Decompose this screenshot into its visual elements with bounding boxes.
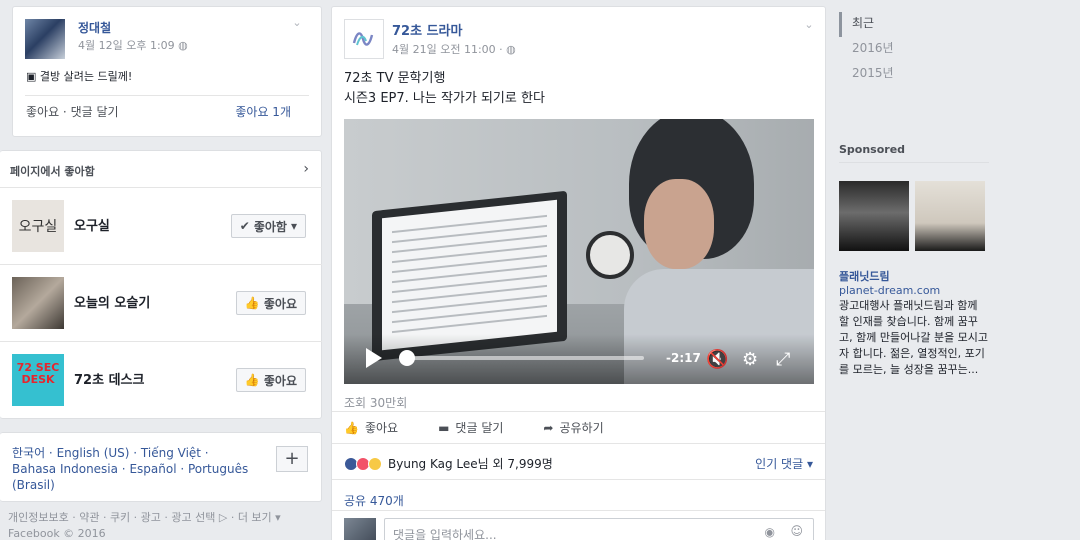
footer: 개인정보보호 · 약관 · 쿠키 · 광고 · 광고 선택 ▷ · 더 보기 ▾… [8, 510, 281, 540]
ad-name[interactable]: 플래닛드림 [839, 268, 989, 284]
fullscreen-icon[interactable]: ⤢ [776, 351, 790, 369]
like-button[interactable]: 👍 좋아요 [235, 368, 306, 392]
divider [332, 510, 825, 511]
share-count[interactable]: 공유 470개 [344, 492, 404, 509]
ad-image[interactable] [915, 181, 985, 251]
liked-button[interactable]: ✔ 좋아함 ▾ [230, 214, 306, 238]
divider [332, 411, 825, 412]
thumbs-up-icon: 👍 [344, 420, 359, 435]
pages-liked-card: 페이지에서 좋아함 › 오구실 오구실 ✔ 좋아함 ▾ 오늘의 오슬기 👍 좋아요 7… [0, 150, 322, 419]
camera-icon[interactable]: ◉ [765, 525, 775, 539]
year-item-recent[interactable]: 최근 [839, 12, 989, 37]
page-icon: ▣ [26, 70, 37, 83]
settings-gear-icon[interactable]: ⚙ [742, 351, 758, 369]
author-avatar[interactable] [25, 19, 65, 59]
post-author[interactable]: 정대철 [78, 19, 111, 36]
year-nav: 최근 2016년 2015년 [839, 12, 989, 87]
page-name[interactable]: 오늘의 오슬기 [74, 292, 150, 311]
share-action[interactable]: ➦ 공유하기 [543, 419, 603, 436]
globe-icon: ◍ [178, 39, 188, 52]
language-card: 한국어 · English (US) · Tiếng Việt · Bahasa… [0, 432, 322, 502]
post-text-line: 72초 TV 문학기행 [344, 71, 446, 86]
thumbs-up-icon: 👍 [244, 296, 260, 310]
video-time: -2:17 [666, 351, 701, 365]
comment-action[interactable]: ▬ 댓글 달기 [438, 419, 503, 436]
video-scrubber-handle[interactable] [399, 350, 415, 366]
caret-down-icon: ▾ [290, 219, 297, 233]
play-icon[interactable] [366, 348, 382, 368]
post-action-bar: 👍 좋아요 ▬ 댓글 달기 ➦ 공유하기 [344, 419, 814, 436]
sponsored-section: Sponsored 플래닛드림 planet-dream.com 광고대행사 플… [839, 143, 989, 378]
haha-reaction-icon [368, 456, 382, 471]
like-count[interactable]: 좋아요 1개 [235, 103, 291, 120]
liked-page-item: 72 SEC DESK 72초 데스크 👍 좋아요 [0, 341, 322, 418]
user-avatar[interactable] [344, 518, 376, 540]
globe-icon: ◍ [506, 43, 516, 56]
like-button[interactable]: 👍 좋아요 [235, 291, 306, 315]
liked-page-item: 오늘의 오슬기 👍 좋아요 [0, 264, 322, 341]
divider [332, 479, 825, 480]
reactions-summary[interactable]: Byung Kag Lee님 외 7,999명 [344, 455, 553, 472]
language-links[interactable]: 한국어 · English (US) · Tiếng Việt · Bahasa… [12, 445, 252, 493]
post-time[interactable]: 4월 21일 오전 11:00 · ◍ [392, 41, 516, 57]
sponsored-title: Sponsored [839, 143, 989, 163]
post-time[interactable]: 4월 12일 오후 1:09 ◍ [78, 37, 188, 53]
page-thumbnail[interactable] [12, 277, 64, 329]
comment-icon: ▬ [438, 420, 450, 435]
mute-icon[interactable]: 🔇 [706, 351, 728, 369]
year-item-2016[interactable]: 2016년 [839, 37, 989, 62]
divider [25, 95, 309, 96]
left-post-card: 정대철 4월 12일 오후 1:09 ◍ ⌄ ▣ 결방 살려는 드릴께! 좋아요… [12, 6, 322, 137]
caret-down-icon: ▾ [806, 457, 813, 471]
view-count: 조회 30만회 [344, 396, 408, 410]
year-item-2015[interactable]: 2015년 [839, 62, 989, 87]
post-text: 72초 TV 문학기행 시즌3 EP7. 나는 작가가 되기로 한다 [344, 69, 545, 109]
comment-sort-dropdown[interactable]: 인기 댓글 ▾ [755, 455, 813, 472]
liked-page-item: 오구실 오구실 ✔ 좋아함 ▾ [0, 187, 322, 264]
copyright: Facebook © 2016 [8, 527, 106, 540]
thumbs-up-icon: 👍 [244, 373, 260, 387]
divider [332, 443, 825, 444]
clock [586, 231, 634, 279]
chevron-down-icon[interactable]: ⌄ [803, 19, 815, 31]
footer-links[interactable]: 개인정보보호 · 약관 · 쿠키 · 광고 · 광고 선택 ▷ · 더 보기 ▾ [8, 510, 281, 526]
72sec-logo-icon [352, 32, 374, 46]
page-name[interactable]: 오구실 [74, 215, 110, 234]
like-action[interactable]: 👍 좋아요 [344, 419, 398, 436]
video-player[interactable]: -2:17 🔇 ⚙ ⤢ [344, 119, 814, 384]
post-text-line: 시즌3 EP7. 나는 작가가 되기로 한다 [344, 91, 545, 106]
check-icon: ✔ [239, 219, 250, 233]
emoji-icon[interactable]: ☺ [790, 524, 803, 538]
ad-description: 광고대행사 플래닛드림과 함께 할 인재를 찾습니다. 함께 꿈꾸고, 함께 만… [839, 299, 989, 376]
main-post-card: 72초 드라마 4월 21일 오전 11:00 · ◍ ⌄ 72초 TV 문학기… [331, 6, 826, 540]
page-thumbnail[interactable]: 72 SEC DESK [12, 354, 64, 406]
person [644, 179, 714, 269]
reactions-text[interactable]: Byung Kag Lee님 외 7,999명 [388, 455, 553, 472]
page-name[interactable]: 72초 데스크 [74, 369, 144, 388]
video-progress-track[interactable] [406, 356, 644, 360]
post-author[interactable]: 72초 드라마 [392, 20, 462, 39]
comment-input[interactable]: 댓글을 입력하세요... ◉ ☺ [384, 518, 814, 540]
pages-liked-header[interactable]: 페이지에서 좋아함 [10, 163, 95, 179]
chevron-right-icon[interactable]: › [303, 161, 309, 177]
post-status: ▣ 결방 살려는 드릴께! [26, 70, 133, 83]
share-icon: ➦ [543, 420, 554, 435]
page-avatar[interactable] [344, 19, 384, 59]
chevron-down-icon[interactable]: ⌄ [291, 17, 303, 29]
add-language-button[interactable]: + [276, 446, 308, 472]
page-thumbnail[interactable]: 오구실 [12, 200, 64, 252]
ad-image[interactable] [839, 181, 909, 251]
post-actions[interactable]: 좋아요 · 댓글 달기 [26, 103, 119, 120]
ad-url[interactable]: planet-dream.com [839, 284, 989, 297]
